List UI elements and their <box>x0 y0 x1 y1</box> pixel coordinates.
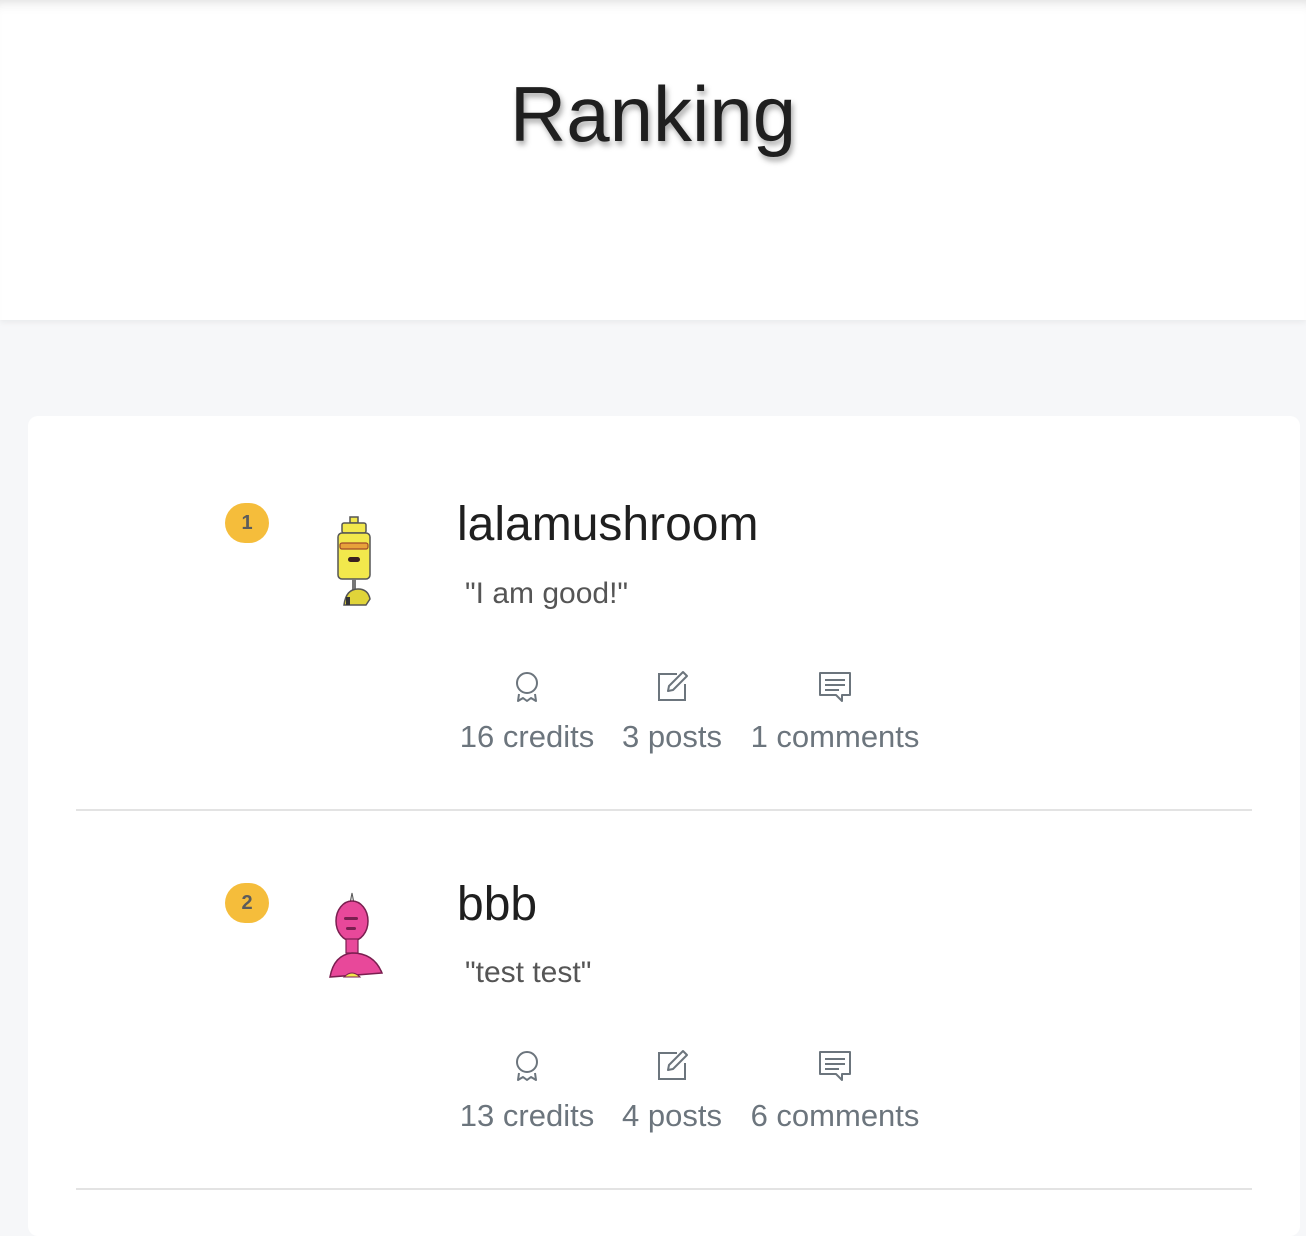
posts-count: 4 posts <box>622 1098 722 1133</box>
ranking-row: 1 lalamushroom "I am good!" 16 credits 3… <box>76 416 1252 811</box>
rank-badge: 2 <box>225 883 269 923</box>
robot-avatar-icon <box>337 516 371 606</box>
comments-stat: 6 comments <box>748 1049 922 1135</box>
avatar[interactable] <box>312 891 412 991</box>
robot-avatar-icon <box>329 892 384 978</box>
edit-icon <box>658 1050 688 1080</box>
username[interactable]: bbb <box>457 876 537 934</box>
comments-count: 6 comments <box>750 1098 920 1133</box>
award-icon <box>516 1051 538 1081</box>
comments-count: 1 comments <box>750 719 920 754</box>
comments-stat: 1 comments <box>748 670 922 756</box>
credits-stat: 16 credits <box>457 670 597 756</box>
comment-icon <box>819 672 851 702</box>
avatar[interactable] <box>312 511 412 611</box>
comment-icon <box>819 1051 851 1081</box>
row-divider <box>76 1188 1252 1190</box>
user-motto: "test test" <box>465 956 592 989</box>
page-title: Ranking <box>509 70 797 158</box>
award-icon <box>516 672 538 702</box>
username[interactable]: lalamushroom <box>457 496 758 554</box>
user-motto: "I am good!" <box>465 577 629 610</box>
credits-count: 13 credits <box>459 1098 595 1133</box>
rank-badge: 1 <box>225 503 269 543</box>
edit-icon <box>658 671 688 701</box>
posts-stat: 3 posts <box>620 670 724 756</box>
posts-count: 3 posts <box>622 719 722 754</box>
credits-stat: 13 credits <box>457 1049 597 1135</box>
credits-count: 16 credits <box>459 719 595 754</box>
ranking-card: 1 lalamushroom "I am good!" 16 credits 3… <box>28 416 1300 1236</box>
page-header: Ranking <box>0 0 1306 320</box>
ranking-row: 2 bbb "test test" 13 credits 4 posts 6 c… <box>76 796 1252 1190</box>
posts-stat: 4 posts <box>620 1049 724 1135</box>
